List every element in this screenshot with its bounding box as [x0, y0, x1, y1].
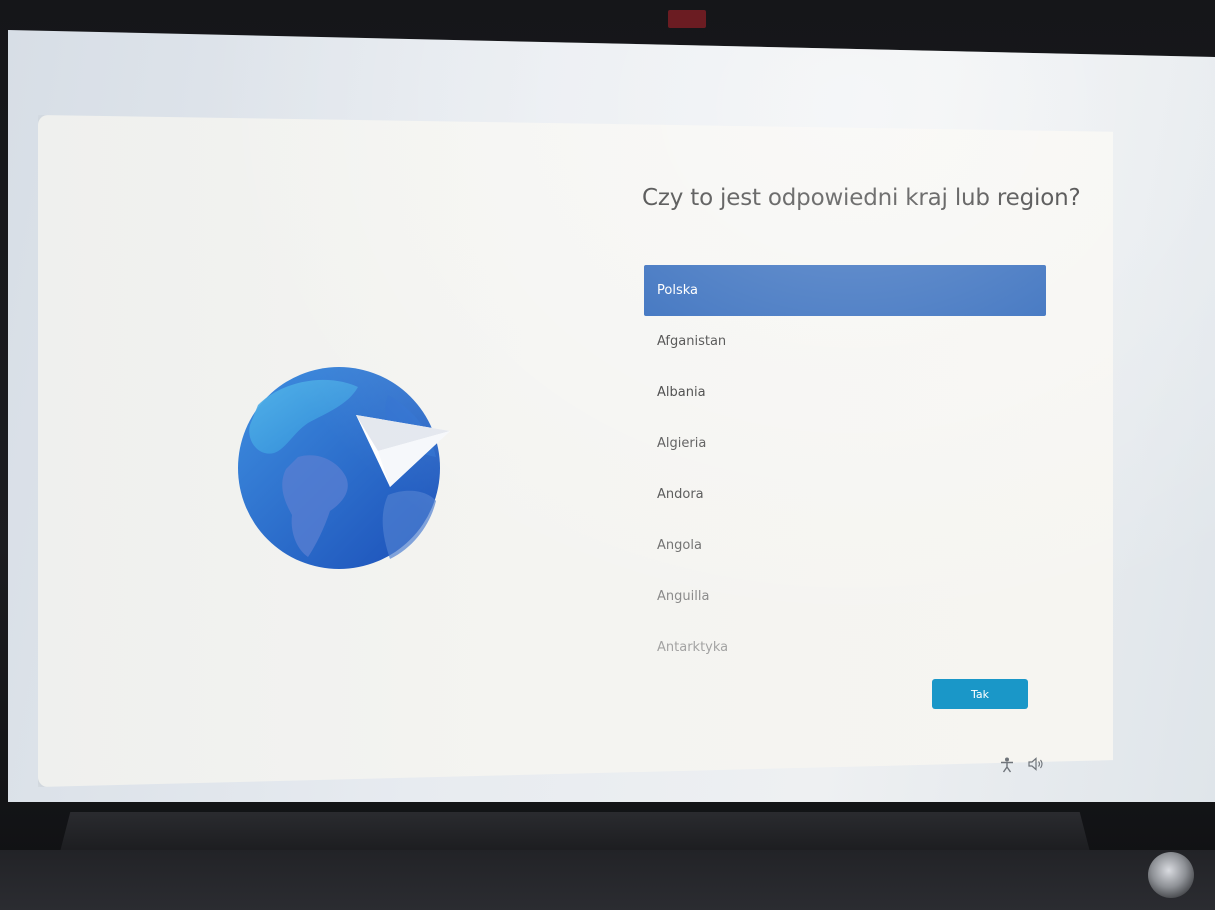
country-item-algieria[interactable]: Algieria	[644, 418, 1046, 469]
country-item-andora[interactable]: Andora	[644, 469, 1046, 520]
laptop-hinge	[60, 812, 1090, 852]
country-item-albania[interactable]: Albania	[644, 367, 1046, 418]
country-item-afganistan[interactable]: Afganistan	[644, 316, 1046, 367]
laptop-body	[0, 850, 1215, 910]
globe-paper-plane-icon	[238, 365, 458, 575]
system-tray	[1000, 757, 1044, 776]
volume-icon[interactable]	[1028, 757, 1044, 776]
accessibility-icon[interactable]	[1000, 757, 1014, 776]
setup-card: Czy to jest odpowiedni kraj lub region? …	[38, 115, 1113, 787]
country-item-polska[interactable]: Polska	[644, 265, 1046, 316]
power-button[interactable]	[1148, 852, 1194, 898]
country-item-anguilla[interactable]: Anguilla	[644, 571, 1046, 622]
photo-frame: Czy to jest odpowiedni kraj lub region? …	[0, 0, 1215, 910]
camera-indicator	[668, 10, 706, 28]
tak-button[interactable]: Tak	[932, 679, 1028, 709]
country-item-antarktyka[interactable]: Antarktyka	[644, 622, 1046, 673]
page-title: Czy to jest odpowiedni kraj lub region?	[642, 185, 1081, 211]
laptop-screen: Czy to jest odpowiedni kraj lub region? …	[8, 30, 1215, 802]
country-list[interactable]: Polska Afganistan Albania Algieria Andor…	[644, 265, 1046, 673]
country-item-angola[interactable]: Angola	[644, 520, 1046, 571]
